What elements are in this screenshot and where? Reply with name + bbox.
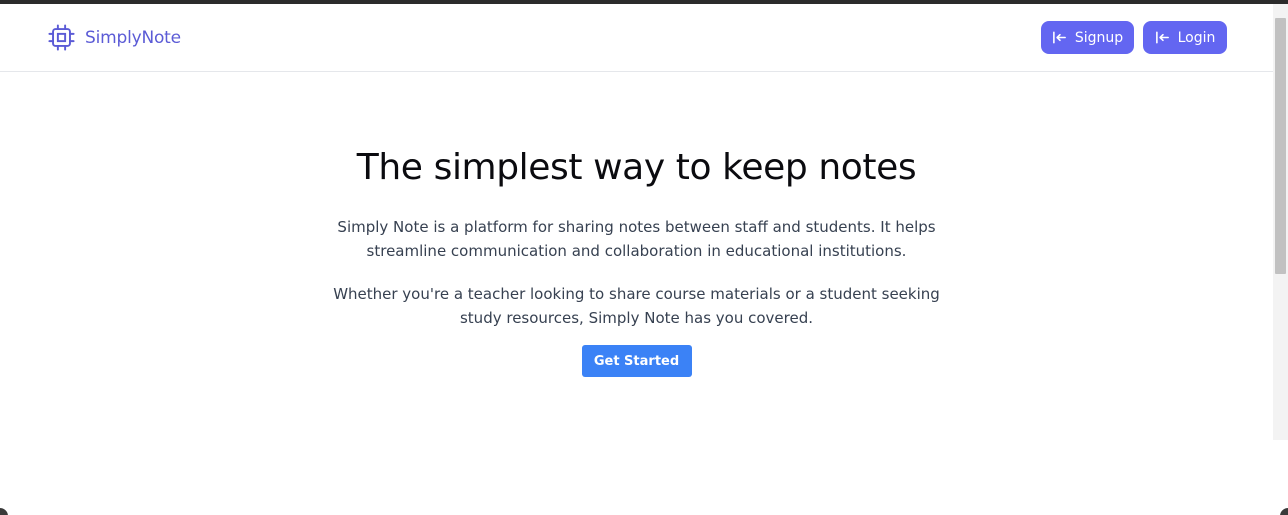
hero-subdescription: Whether you're a teacher looking to shar… (333, 285, 940, 327)
browser-viewport: SimplyNote Signup Login The simplest way… (0, 0, 1288, 515)
window-corner-right (1280, 508, 1288, 515)
hero-description: Simply Note is a platform for sharing no… (337, 218, 936, 260)
cpu-chip-icon (48, 24, 75, 51)
arrow-left-to-line-icon (1052, 31, 1066, 44)
scrollbar-thumb[interactable] (1275, 18, 1286, 274)
navbar: SimplyNote Signup Login (0, 4, 1273, 72)
login-button[interactable]: Login (1143, 21, 1227, 54)
signup-button[interactable]: Signup (1041, 21, 1134, 54)
hero-title: The simplest way to keep notes (356, 147, 917, 188)
brand-link[interactable]: SimplyNote (47, 23, 181, 52)
signup-label: Signup (1074, 29, 1124, 46)
window-corner-left (0, 508, 8, 515)
arrow-left-to-line-icon (1155, 31, 1169, 44)
brand-name: SimplyNote (85, 27, 181, 48)
get-started-button[interactable]: Get Started (581, 345, 692, 377)
hero-section: The simplest way to keep notes Simply No… (0, 72, 1273, 377)
login-label: Login (1177, 29, 1216, 46)
